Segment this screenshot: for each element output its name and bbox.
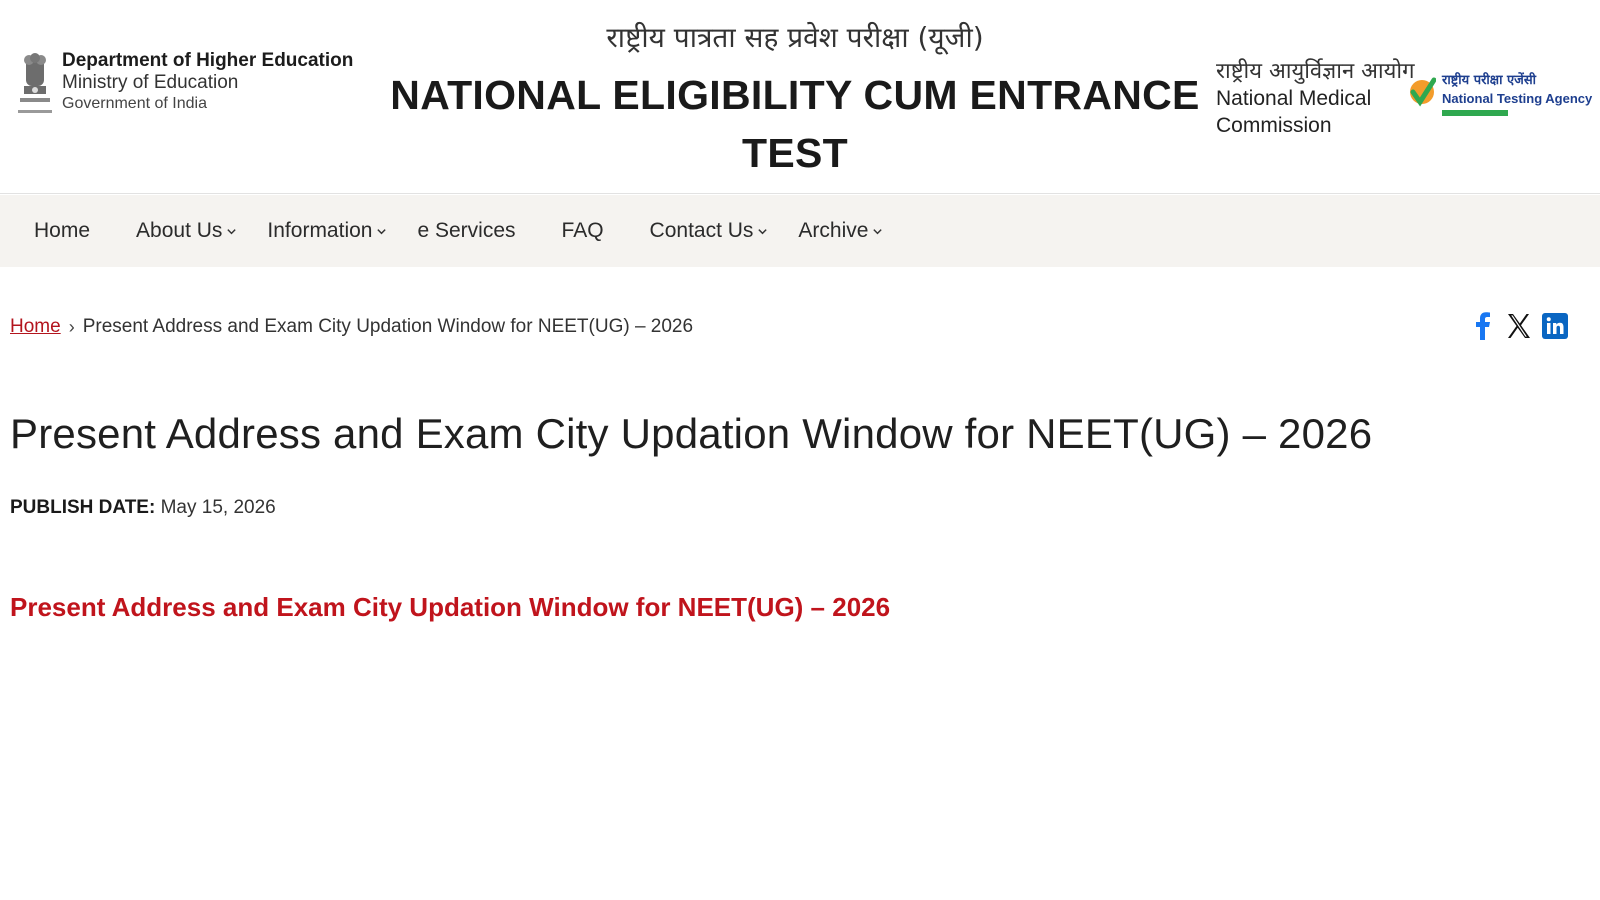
publish-date-value: May 15, 2026 [160,497,276,518]
nav-about-us-label: About Us [136,219,223,242]
nav-archive[interactable]: Archive [798,219,883,243]
breadcrumb-current: Present Address and Exam City Updation W… [82,316,694,337]
hindi-site-title: राष्ट्रीय पात्रता सह प्रवेश परीक्षा (यूज… [606,21,984,54]
nav-archive-label: Archive [798,219,869,242]
linkedin-icon[interactable] [1540,310,1570,342]
chevron-down-icon [873,228,883,234]
nta-tagline-bar [1442,110,1508,116]
facebook-icon[interactable] [1468,310,1498,342]
nta-label: National Testing Agency [1442,91,1593,106]
dhe-logo-block[interactable]: Department of Higher Education Ministry … [16,50,353,122]
nta-logo-block[interactable]: राष्ट्रीय परीक्षा एजेंसी National Testin… [1408,72,1592,116]
nav-e-services[interactable]: e Services [417,219,515,243]
chevron-down-icon [377,228,387,234]
publish-date-label: PUBLISH DATE: [10,497,156,518]
breadcrumb: Home › Present Address and Exam City Upd… [10,316,693,338]
nav-e-services-label: e Services [417,219,516,242]
breadcrumb-home-link[interactable]: Home [10,316,61,338]
nav-contact-us[interactable]: Contact Us [650,219,769,243]
site-header: Department of Higher Education Ministry … [0,0,1600,234]
notice-link[interactable]: Present Address and Exam City Updation W… [10,592,890,623]
nav-home[interactable]: Home [34,219,90,243]
nav-home-label: Home [34,219,91,242]
site-title-line1: NATIONAL ELIGIBILITY CUM ENTRANCE TEST [390,72,1200,176]
nav-information[interactable]: Information [267,219,387,243]
nav-faq[interactable]: FAQ [562,219,604,243]
nav-information-label: Information [267,219,373,242]
nmc-label-line2: Commission [1216,114,1332,137]
emblem-icon [18,53,52,113]
nav-faq-label: FAQ [561,219,604,242]
main-nav: Home About Us Information e Services FAQ… [0,195,1600,267]
nta-hindi-label: राष्ट्रीय परीक्षा एजेंसी [1442,73,1536,88]
chevron-down-icon [758,228,768,234]
page-title: Present Address and Exam City Updation W… [10,410,1373,457]
nav-about-us[interactable]: About Us [136,219,237,243]
breadcrumb-separator-icon: › [68,316,75,337]
government-label: Government of India [62,95,207,112]
ministry-label: Ministry of Education [62,72,239,93]
nmc-label-line1: National Medical [1216,87,1372,110]
chevron-down-icon [227,228,237,234]
nta-check-icon [1410,77,1436,107]
dhe-title: Department of Higher Education [62,50,354,71]
social-share [1462,310,1570,342]
nmc-hindi-label: राष्ट्रीय आयुर्विज्ञान आयोग [1216,59,1415,84]
nav-contact-us-label: Contact Us [649,219,754,242]
nmc-logo-block[interactable]: राष्ट्रीय आयुर्विज्ञान आयोग National Med… [1216,58,1415,139]
publish-date: PUBLISH DATE: May 15, 2026 [10,497,276,519]
x-icon[interactable] [1504,310,1534,342]
